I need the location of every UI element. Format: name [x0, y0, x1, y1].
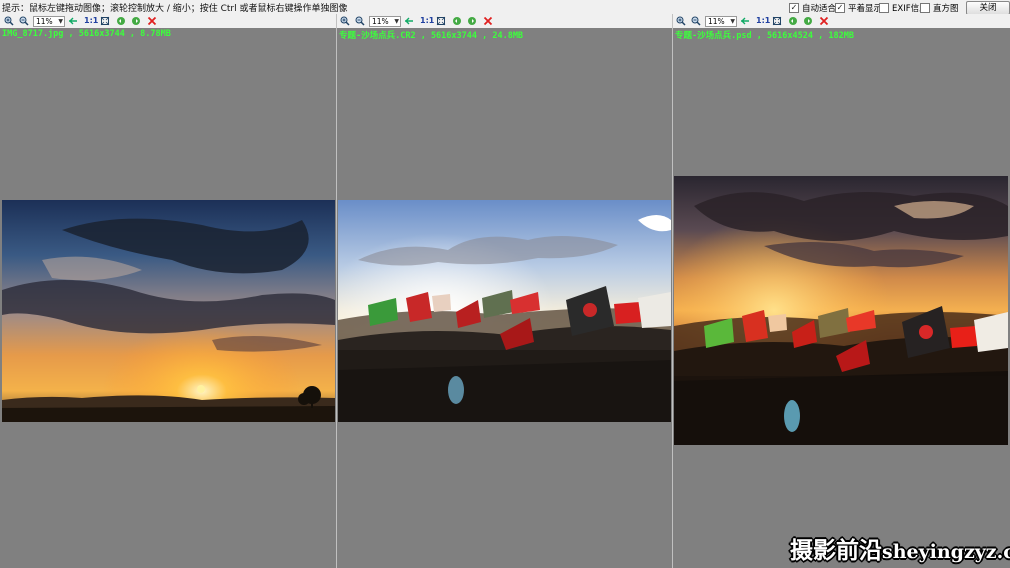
flat-display-option[interactable]: ✓ 平着显示 — [835, 2, 882, 14]
zoom-select[interactable]: 11% ▼ — [369, 16, 401, 27]
image-pane-2: 11% ▼ 1:1 专题-沙场点兵.CR2 , 5616x3744 , 24.8M… — [337, 14, 672, 568]
image-info: 专题-沙场点兵.CR2 , 5616x3744 , 24.8MB — [339, 31, 524, 41]
delete-icon[interactable] — [147, 16, 157, 26]
full-screen-icon[interactable] — [436, 16, 446, 26]
zoom-value: 11% — [708, 17, 725, 26]
rotate-left-icon[interactable] — [788, 16, 798, 26]
auto-fit-label: 自动适合 — [802, 4, 837, 14]
image-viewport[interactable]: IMG_8717.jpg , 5616x3744 , 8.78MB — [0, 28, 336, 568]
sunset-landscape-image — [2, 200, 335, 422]
zoom-select[interactable]: 11% ▼ — [705, 16, 737, 27]
zoom-in-icon[interactable] — [676, 16, 686, 26]
auto-fit-option[interactable]: ✓ 自动适合 — [789, 2, 836, 14]
histogram-option[interactable]: 直方图 — [920, 2, 959, 14]
image-info: IMG_8717.jpg , 5616x3744 , 8.78MB — [2, 29, 171, 39]
image-pane-1: 11% ▼ 1:1 IMG_8717.jpg , 5616x3744 , 8.78… — [0, 14, 336, 568]
full-screen-icon[interactable] — [100, 16, 110, 26]
pane-toolbar: 11% ▼ 1:1 — [673, 14, 1010, 28]
fit-window-icon[interactable] — [68, 16, 78, 26]
hint-text: 提示：鼠标左键拖动图像；滚轮控制放大 / 缩小；按住 Ctrl 或者鼠标右键操作… — [2, 4, 348, 14]
crowd-flags-raw-image — [338, 200, 671, 422]
zoom-out-icon[interactable] — [19, 16, 29, 26]
rotate-right-icon[interactable] — [467, 16, 477, 26]
histogram-checkbox[interactable] — [920, 3, 930, 13]
delete-icon[interactable] — [819, 16, 829, 26]
zoom-value: 11% — [372, 17, 389, 26]
delete-icon[interactable] — [483, 16, 493, 26]
image-pane-3: 11% ▼ 1:1 专题-沙场点兵.psd , 5616x4524 , 182MB — [673, 14, 1010, 568]
actual-size-button[interactable]: 1:1 — [84, 16, 98, 25]
image-viewport[interactable]: 专题-沙场点兵.psd , 5616x4524 , 182MB — [673, 28, 1010, 568]
actual-size-button[interactable]: 1:1 — [420, 16, 434, 25]
site-watermark: 摄影前沿sheyingzyz.com — [790, 531, 1010, 565]
rotate-right-icon[interactable] — [131, 16, 141, 26]
histogram-label: 直方图 — [933, 4, 959, 14]
rotate-left-icon[interactable] — [452, 16, 462, 26]
rotate-right-icon[interactable] — [803, 16, 813, 26]
crowd-flags-edited-image — [674, 176, 1008, 445]
pane-toolbar: 11% ▼ 1:1 — [337, 14, 672, 28]
image-info: 专题-沙场点兵.psd , 5616x4524 , 182MB — [675, 31, 854, 41]
zoom-in-icon[interactable] — [340, 16, 350, 26]
fit-window-icon[interactable] — [404, 16, 414, 26]
chevron-down-icon: ▼ — [58, 18, 63, 25]
flat-display-checkbox[interactable]: ✓ — [835, 3, 845, 13]
rotate-left-icon[interactable] — [116, 16, 126, 26]
watermark-domain: sheyingzyz.com — [882, 541, 1010, 563]
auto-fit-checkbox[interactable]: ✓ — [789, 3, 799, 13]
zoom-select[interactable]: 11% ▼ — [33, 16, 65, 27]
fit-window-icon[interactable] — [740, 16, 750, 26]
zoom-out-icon[interactable] — [691, 16, 701, 26]
exif-checkbox[interactable] — [879, 3, 889, 13]
zoom-in-icon[interactable] — [4, 16, 14, 26]
image-viewport[interactable]: 专题-沙场点兵.CR2 , 5616x3744 , 24.8MB — [337, 28, 672, 568]
pane-toolbar: 11% ▼ 1:1 — [0, 14, 336, 28]
flat-display-label: 平着显示 — [848, 4, 883, 14]
close-button[interactable]: 关闭 — [966, 1, 1010, 15]
full-screen-icon[interactable] — [772, 16, 782, 26]
watermark-chinese: 摄影前沿 — [790, 537, 882, 564]
actual-size-button[interactable]: 1:1 — [756, 16, 770, 25]
zoom-value: 11% — [36, 17, 53, 26]
chevron-down-icon: ▼ — [730, 18, 735, 25]
top-hint-bar: 提示：鼠标左键拖动图像；滚轮控制放大 / 缩小；按住 Ctrl 或者鼠标右键操作… — [0, 0, 1010, 15]
chevron-down-icon: ▼ — [394, 18, 399, 25]
zoom-out-icon[interactable] — [355, 16, 365, 26]
